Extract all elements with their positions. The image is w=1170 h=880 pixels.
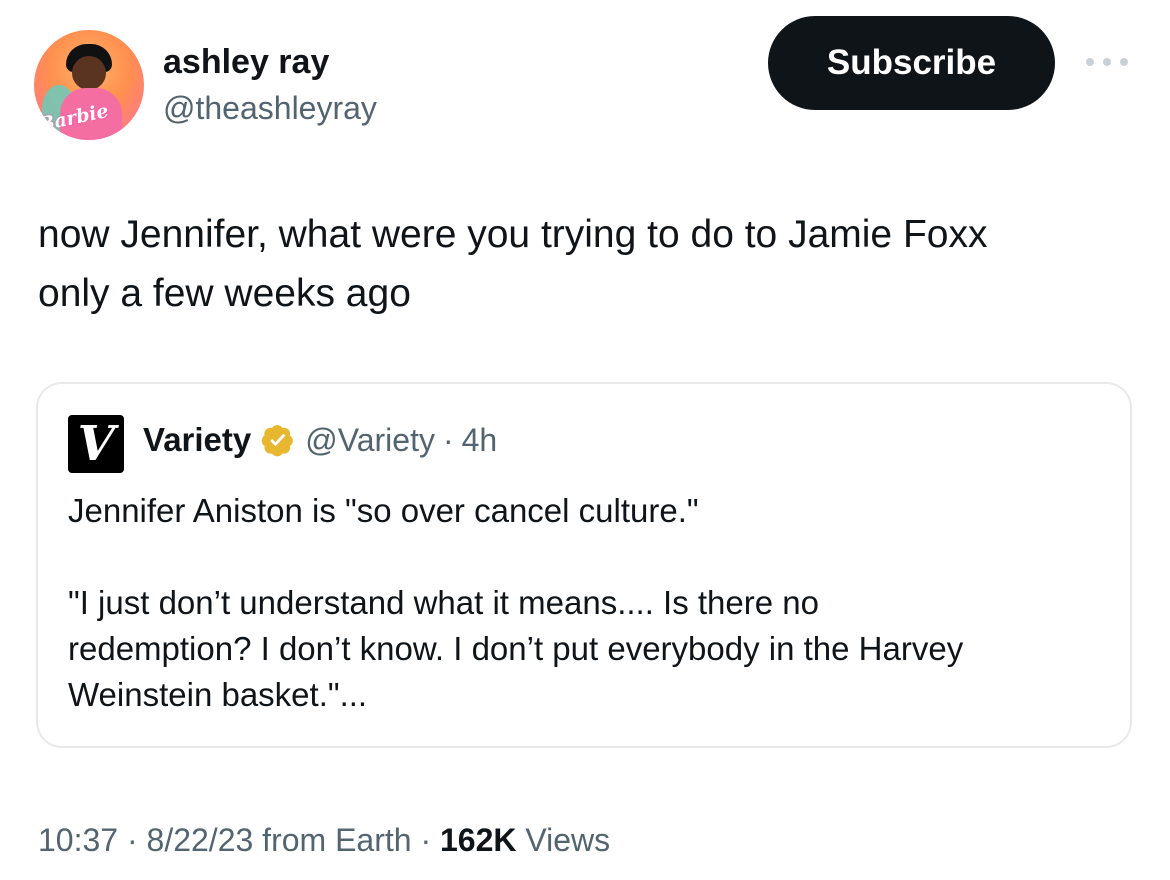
footer-separator: · (420, 822, 432, 858)
more-horizontal-icon[interactable] (1086, 54, 1128, 70)
footer-separator: · (126, 822, 138, 858)
tweet-text: now Jennifer, what were you trying to do… (38, 213, 988, 315)
author-info[interactable]: ashley ray @theashleyray (163, 42, 377, 127)
verified-badge-icon (261, 423, 295, 457)
views-label[interactable]: Views (525, 822, 610, 858)
tweet-date[interactable]: 8/22/23 (147, 822, 254, 858)
tweet-metadata: 10:37 · 8/22/23 from Earth · 162K Views (38, 820, 610, 860)
avatar-face (72, 56, 106, 90)
quote-tweet-text: Jennifer Aniston is "so over cancel cult… (68, 492, 964, 713)
quote-header: Variety @Variety · 4h (143, 420, 497, 460)
author-name[interactable]: ashley ray (163, 42, 377, 82)
quote-timestamp[interactable]: 4h (462, 420, 498, 460)
variety-logo[interactable]: V (68, 415, 124, 473)
views-count[interactable]: 162K (440, 822, 517, 858)
more-dot (1086, 58, 1094, 66)
tweet-source: from Earth (262, 822, 412, 858)
quote-author-name[interactable]: Variety (143, 420, 251, 460)
quote-tweet-card[interactable]: V Variety @Variety · 4h Jennifer Aniston… (36, 382, 1132, 748)
subscribe-button[interactable]: Subscribe (768, 16, 1055, 110)
variety-logo-letter: V (71, 416, 121, 472)
tweet-time[interactable]: 10:37 (38, 822, 118, 858)
avatar[interactable]: Barbie (34, 30, 144, 140)
more-dot (1103, 58, 1111, 66)
quote-separator: · (442, 422, 454, 458)
author-handle[interactable]: @theashleyray (163, 89, 377, 127)
quote-author-handle[interactable]: @Variety (305, 420, 435, 460)
more-dot (1120, 58, 1128, 66)
